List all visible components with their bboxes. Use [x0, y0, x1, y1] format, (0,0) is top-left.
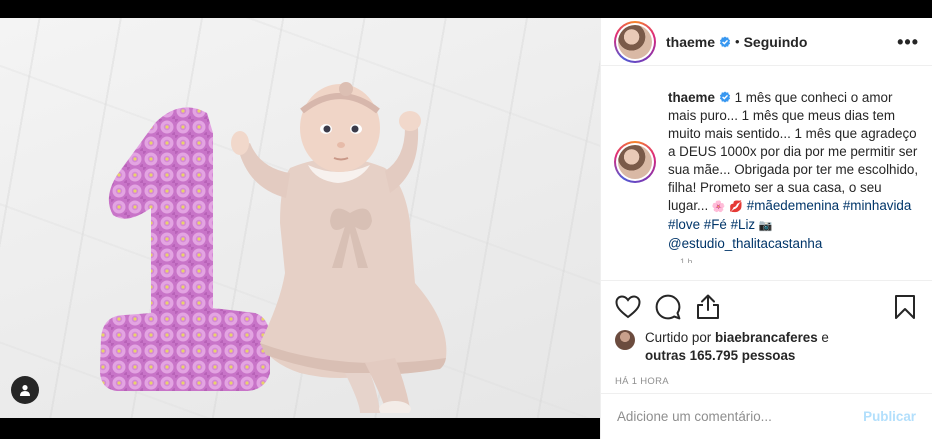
publish-button[interactable]: Publicar	[863, 409, 916, 424]
action-bar	[615, 287, 918, 327]
share-icon	[697, 294, 719, 319]
comments-section: thaeme 1 mês que conheci o amor mais pur…	[601, 66, 932, 279]
hashtag-link[interactable]: #minhavida	[843, 198, 911, 213]
save-button[interactable]	[892, 294, 918, 320]
hashtag-link[interactable]: #love	[668, 217, 700, 232]
post-author-username[interactable]: thaeme	[666, 34, 715, 50]
separator-dot: •	[735, 34, 740, 49]
hashtag-link[interactable]: #Fé	[704, 217, 727, 232]
caption-time: 1 h	[680, 257, 693, 263]
liker-username[interactable]: biaebrancaferes	[715, 330, 818, 345]
hashtag-link[interactable]: #Liz	[731, 217, 756, 232]
post-timestamp[interactable]: HÁ 1 HORA	[615, 376, 918, 387]
post-header: thaeme • Seguindo •••	[601, 18, 932, 66]
caption-username[interactable]: thaeme	[668, 90, 715, 105]
verified-badge-icon	[719, 91, 730, 103]
heart-icon	[615, 295, 641, 319]
post-actions-area: Curtido por biaebrancaferes e outras 165…	[601, 280, 932, 387]
likes-summary: Curtido por biaebrancaferes e outras 165…	[615, 329, 918, 365]
caption: thaeme 1 mês que conheci o amor mais pur…	[614, 89, 919, 253]
caption-story-ring[interactable]	[614, 141, 656, 183]
comment-input[interactable]	[617, 409, 864, 424]
mention-link[interactable]: @estudio_thalitacastanha	[668, 236, 822, 251]
likes-text: Curtido por biaebrancaferes e outras 165…	[645, 329, 865, 365]
more-options-button[interactable]: •••	[897, 33, 919, 51]
caption-body: 1 mês que conheci o amor mais puro... 1 …	[668, 90, 919, 213]
bookmark-icon	[895, 295, 915, 319]
comment-icon	[655, 294, 681, 320]
likes-and: e	[817, 330, 829, 345]
likes-count-link[interactable]: outras 165.795 pessoas	[645, 348, 795, 363]
camera-emoji: 📷	[758, 219, 773, 232]
flower-emoji: 🌸	[711, 200, 726, 213]
likes-prefix: Curtido por	[645, 330, 715, 345]
avatar	[618, 24, 652, 59]
share-button[interactable]	[695, 294, 721, 320]
user-tag-button[interactable]	[11, 376, 39, 404]
like-button[interactable]	[615, 294, 641, 320]
hashtag-link[interactable]: #mãedemenina	[747, 198, 839, 213]
user-tag-icon	[20, 385, 30, 396]
caption-text: thaeme 1 mês que conheci o amor mais pur…	[668, 89, 919, 253]
verified-badge-icon	[719, 36, 731, 47]
following-button[interactable]: Seguindo	[744, 34, 808, 50]
baby-figure	[231, 82, 447, 413]
comment-button[interactable]	[655, 294, 681, 320]
story-ring[interactable]	[614, 20, 656, 63]
liker-avatar[interactable]	[615, 330, 635, 350]
kiss-emoji: 💋	[729, 200, 744, 213]
add-comment-bar: Publicar	[601, 393, 932, 439]
caption-avatar	[618, 145, 652, 179]
post-side-panel: thaeme • Seguindo ••• thaeme 1 mês que c…	[600, 18, 932, 439]
post-photo[interactable]	[0, 18, 600, 418]
